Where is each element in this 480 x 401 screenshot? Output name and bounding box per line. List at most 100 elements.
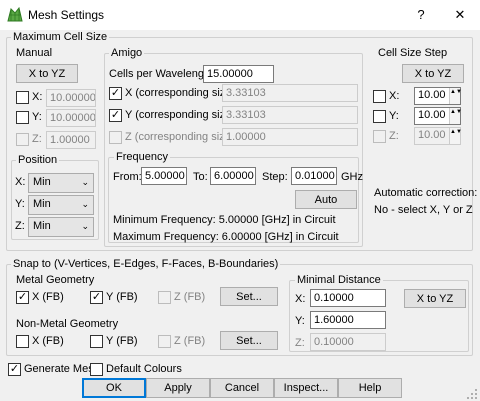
position-z-label: Z: bbox=[15, 220, 25, 232]
position-x-select[interactable]: Min ⌄ bbox=[28, 173, 94, 193]
to-field[interactable]: 6.00000 bbox=[210, 167, 256, 185]
manual-x-to-yz-button[interactable]: X to YZ bbox=[16, 64, 78, 83]
minimum-frequency-text: Minimum Frequency: 5.00000 [GHz] in Circ… bbox=[113, 214, 336, 226]
amigo-z-label: Z (corresponding size) bbox=[125, 131, 235, 143]
manual-x-label: X: bbox=[32, 91, 43, 103]
nonmetal-x-label: X (FB) bbox=[32, 335, 64, 347]
position-z-select[interactable]: Min ⌄ bbox=[28, 217, 94, 237]
cells-per-wavelength-label: Cells per Wavelength: bbox=[109, 68, 217, 80]
metal-y-checkbox[interactable]: ✓ bbox=[90, 291, 103, 304]
generate-mesh-checkbox[interactable]: ✓ bbox=[8, 363, 21, 376]
cells-per-wavelength-field[interactable]: 15.00000 bbox=[203, 65, 274, 83]
cell-step-z-checkbox[interactable] bbox=[373, 130, 386, 143]
amigo-y-label: Y (corresponding size) bbox=[125, 109, 235, 121]
cell-step-y-checkbox[interactable] bbox=[373, 110, 386, 123]
cell-step-y-label: Y: bbox=[389, 110, 399, 122]
close-icon[interactable]: ✕ bbox=[446, 4, 474, 26]
chevron-down-icon: ⌄ bbox=[81, 177, 89, 187]
from-field[interactable]: 5.00000 bbox=[141, 167, 187, 185]
auto-button[interactable]: Auto bbox=[295, 190, 357, 209]
minimal-x-label: X: bbox=[295, 293, 306, 305]
manual-z-label: Z: bbox=[32, 133, 42, 145]
position-y-select[interactable]: Min ⌄ bbox=[28, 195, 94, 215]
minimal-y-field[interactable]: 1.60000 bbox=[310, 311, 386, 329]
ghz-unit-label: GHz bbox=[341, 171, 363, 183]
nonmetal-y-checkbox[interactable] bbox=[90, 335, 103, 348]
amigo-z-checkbox[interactable] bbox=[109, 131, 122, 144]
nonmetal-y-label: Y (FB) bbox=[106, 335, 138, 347]
metal-geometry-label: Metal Geometry bbox=[16, 274, 95, 286]
inspect-button[interactable]: Inspect... bbox=[274, 378, 338, 398]
cell-step-y-spinner[interactable]: 10.00 ▲▼ bbox=[414, 107, 462, 125]
minimal-distance-label: Minimal Distance bbox=[295, 274, 383, 286]
spin-arrows-icon[interactable]: ▲▼ bbox=[449, 128, 462, 144]
position-y-label: Y: bbox=[15, 198, 25, 210]
cell-step-x-to-yz-button[interactable]: X to YZ bbox=[402, 64, 464, 83]
ok-button[interactable]: OK bbox=[82, 378, 146, 398]
non-metal-geometry-label: Non-Metal Geometry bbox=[16, 318, 119, 330]
amigo-z-field[interactable]: 1.00000 bbox=[222, 128, 358, 146]
metal-z-label: Z (FB) bbox=[174, 291, 206, 303]
nonmetal-z-checkbox[interactable] bbox=[158, 335, 171, 348]
resize-grip-icon[interactable] bbox=[466, 388, 478, 400]
cell-step-z-value: 10.00 bbox=[418, 129, 446, 141]
amigo-x-field[interactable]: 3.33103 bbox=[222, 84, 358, 102]
generate-mesh-label: Generate Mesh bbox=[24, 363, 100, 375]
nonmetal-set-button[interactable]: Set... bbox=[220, 331, 278, 350]
apply-button[interactable]: Apply bbox=[146, 378, 210, 398]
step-label: Step: bbox=[262, 171, 288, 183]
manual-y-label: Y: bbox=[32, 111, 42, 123]
manual-label: Manual bbox=[16, 47, 53, 59]
minimal-x-field[interactable]: 0.10000 bbox=[310, 289, 386, 307]
amigo-y-checkbox[interactable]: ✓ bbox=[109, 109, 122, 122]
cell-step-x-checkbox[interactable] bbox=[373, 90, 386, 103]
frequency-label: Frequency bbox=[114, 151, 170, 163]
snap-to-label: Snap to (V-Vertices, E-Edges, F-Faces, B… bbox=[11, 258, 281, 270]
spin-arrows-icon[interactable]: ▲▼ bbox=[449, 88, 462, 104]
metal-set-button[interactable]: Set... bbox=[220, 287, 278, 306]
automatic-correction-label: Automatic correction: bbox=[374, 187, 478, 199]
metal-z-checkbox[interactable] bbox=[158, 291, 171, 304]
metal-y-label: Y (FB) bbox=[106, 291, 138, 303]
default-colours-label: Default Colours bbox=[106, 363, 182, 375]
chevron-down-icon: ⌄ bbox=[81, 199, 89, 209]
cell-step-z-spinner[interactable]: 10.00 ▲▼ bbox=[414, 127, 462, 145]
step-field[interactable]: 0.01000 bbox=[291, 167, 337, 185]
minimal-z-field[interactable]: 0.10000 bbox=[310, 333, 386, 351]
cancel-button[interactable]: Cancel bbox=[210, 378, 274, 398]
chevron-down-icon: ⌄ bbox=[81, 221, 89, 231]
help-icon[interactable]: ? bbox=[407, 4, 435, 26]
minimal-y-label: Y: bbox=[295, 315, 305, 327]
manual-z-field[interactable]: 1.00000 bbox=[46, 131, 96, 149]
cell-step-z-label: Z: bbox=[389, 130, 399, 142]
minimal-z-label: Z: bbox=[295, 337, 305, 349]
mesh-app-icon bbox=[7, 7, 23, 22]
automatic-correction-value: No - select X, Y or Z bbox=[374, 204, 473, 216]
manual-z-checkbox[interactable] bbox=[16, 133, 29, 146]
position-x-label: X: bbox=[15, 176, 26, 188]
manual-y-field[interactable]: 10.00000 bbox=[46, 109, 96, 127]
metal-x-label: X (FB) bbox=[32, 291, 64, 303]
help-button[interactable]: Help bbox=[338, 378, 402, 398]
manual-y-checkbox[interactable] bbox=[16, 111, 29, 124]
cell-step-x-spinner[interactable]: 10.00 ▲▼ bbox=[414, 87, 462, 105]
nonmetal-x-checkbox[interactable] bbox=[16, 335, 29, 348]
maximum-cell-size-label: Maximum Cell Size bbox=[11, 31, 110, 43]
cell-step-x-value: 10.00 bbox=[418, 89, 446, 101]
cell-step-x-label: X: bbox=[389, 90, 400, 102]
from-label: From: bbox=[113, 171, 142, 183]
manual-x-checkbox[interactable] bbox=[16, 91, 29, 104]
metal-x-checkbox[interactable]: ✓ bbox=[16, 291, 29, 304]
default-colours-checkbox[interactable] bbox=[90, 363, 103, 376]
cell-step-y-value: 10.00 bbox=[418, 109, 446, 121]
manual-x-field[interactable]: 10.00000 bbox=[46, 89, 96, 107]
minimal-x-to-yz-button[interactable]: X to YZ bbox=[404, 289, 466, 308]
nonmetal-z-label: Z (FB) bbox=[174, 335, 206, 347]
amigo-x-checkbox[interactable]: ✓ bbox=[109, 87, 122, 100]
amigo-label: Amigo bbox=[109, 47, 145, 59]
amigo-y-field[interactable]: 3.33103 bbox=[222, 106, 358, 124]
spin-arrows-icon[interactable]: ▲▼ bbox=[449, 108, 462, 124]
position-z-value: Min bbox=[33, 220, 51, 232]
maximum-frequency-text: Maximum Frequency: 6.00000 [GHz] in Circ… bbox=[113, 231, 339, 243]
position-y-value: Min bbox=[33, 198, 51, 210]
